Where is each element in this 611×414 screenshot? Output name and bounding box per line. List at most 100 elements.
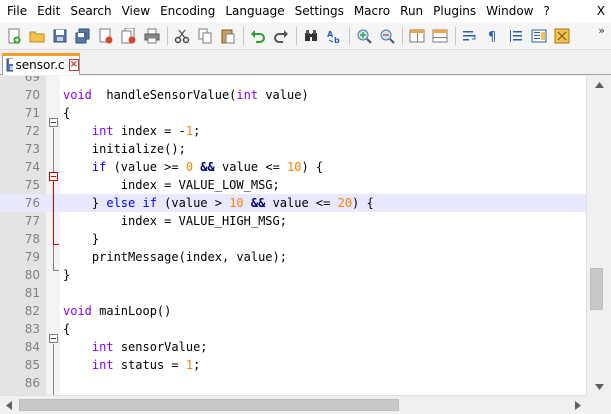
code-line[interactable]: 81: [0, 284, 586, 302]
code-line[interactable]: 79 printMessage(index, value);: [0, 248, 586, 266]
horizontal-scrollbar[interactable]: [0, 395, 586, 414]
scroll-right-icon[interactable]: [569, 396, 586, 414]
code-line[interactable]: 85 int status = 1;: [0, 356, 586, 374]
code-token: int: [236, 88, 259, 102]
fold-toggle-icon[interactable]: [49, 172, 58, 181]
copy-icon[interactable]: [195, 26, 215, 46]
code-text: } else if (value > 10 && value <= 20) {: [63, 194, 374, 212]
menu-language[interactable]: Language: [220, 1, 289, 21]
code-token: initialize();: [63, 142, 186, 156]
code-line[interactable]: 76 } else if (value > 10 && value <= 20)…: [0, 194, 586, 212]
close-icon[interactable]: [96, 26, 116, 46]
tab-sensor-c[interactable]: sensor.c ×: [2, 53, 80, 75]
save-all-icon[interactable]: [73, 26, 93, 46]
code-text: void mainLoop(): [63, 302, 171, 320]
redo-icon[interactable]: [271, 26, 291, 46]
code-token: sensorValue;: [113, 340, 208, 354]
menu-view[interactable]: View: [117, 1, 155, 21]
code-line[interactable]: 84 int sensorValue;: [0, 338, 586, 356]
zoom-in-icon[interactable]: [354, 26, 374, 46]
print-icon[interactable]: [142, 26, 162, 46]
save-icon[interactable]: [50, 26, 70, 46]
menu-file[interactable]: File: [2, 1, 32, 21]
line-number: 85: [24, 358, 40, 372]
code-token: &&: [193, 160, 215, 174]
sync-horizontal-icon[interactable]: [430, 26, 450, 46]
fold-toggle-icon[interactable]: [49, 334, 58, 343]
code-line[interactable]: 77 index = VALUE_HIGH_MSG;: [0, 212, 586, 230]
menu-run[interactable]: Run: [395, 1, 428, 21]
code-line[interactable]: 71 {: [0, 104, 586, 122]
menu-settings[interactable]: Settings: [290, 1, 349, 21]
code-line[interactable]: 72 int index = -1;: [0, 122, 586, 140]
horizontal-scroll-thumb[interactable]: [19, 399, 399, 411]
code-token: int: [91, 340, 114, 354]
fold-guide: [53, 182, 54, 244]
code-line[interactable]: 70 void handleSensorValue(int value): [0, 86, 586, 104]
code-line[interactable]: 83 {: [0, 320, 586, 338]
menu-bar: File Edit Search View Encoding Language Settin…: [0, 0, 611, 22]
line-number: 70: [24, 88, 40, 102]
code-token: ) {: [301, 160, 324, 174]
paste-icon[interactable]: [218, 26, 238, 46]
scroll-up-icon[interactable]: [587, 76, 611, 93]
function-list-icon[interactable]: [552, 26, 572, 46]
sync-vertical-icon[interactable]: [407, 26, 427, 46]
cut-icon[interactable]: [172, 26, 192, 46]
fold-toggle-icon[interactable]: [49, 118, 58, 127]
tab-active-indicator: [2, 53, 80, 56]
code-line[interactable]: 69: [0, 76, 586, 86]
menu-edit[interactable]: Edit: [32, 1, 65, 21]
code-line[interactable]: 86: [0, 374, 586, 392]
toolbar-overflow-button[interactable]: »: [598, 24, 605, 37]
line-number: 73: [24, 142, 40, 156]
menu-window[interactable]: Window: [481, 1, 538, 21]
menu-encoding[interactable]: Encoding: [155, 1, 220, 21]
open-file-icon[interactable]: [27, 26, 47, 46]
code-token: }: [63, 232, 100, 246]
code-line[interactable]: 75 index = VALUE_LOW_MSG;: [0, 176, 586, 194]
replace-icon[interactable]: Ab: [324, 26, 344, 46]
close-document-button[interactable]: X: [597, 0, 605, 22]
menu-macro[interactable]: Macro: [349, 1, 395, 21]
scroll-down-icon[interactable]: [587, 378, 611, 395]
code-text: int status = 1;: [63, 356, 200, 374]
line-number: 72: [24, 124, 40, 138]
code-token: value <=: [214, 160, 288, 174]
menu-plugins[interactable]: Plugins: [428, 1, 481, 21]
line-number: 74: [24, 160, 40, 174]
scrollbar-corner: [586, 395, 611, 414]
code-text: void handleSensorValue(int value): [63, 86, 309, 104]
word-wrap-icon[interactable]: [460, 26, 480, 46]
menu-help[interactable]: ?: [538, 1, 554, 21]
code-editor[interactable]: 86 85 int status = 1; 84 int sensorValue; 8…: [0, 76, 586, 395]
code-text: int sensorValue;: [63, 338, 208, 356]
document-map-icon[interactable]: [529, 26, 549, 46]
code-token: value): [258, 88, 309, 102]
code-line[interactable]: 73 initialize();: [0, 140, 586, 158]
scroll-left-icon[interactable]: [0, 396, 17, 414]
new-file-icon[interactable]: [4, 26, 24, 46]
line-number: 79: [24, 250, 40, 264]
saved-file-icon: [6, 58, 13, 71]
code-line[interactable]: 82 void mainLoop(): [0, 302, 586, 320]
undo-icon[interactable]: [248, 26, 268, 46]
vertical-scrollbar[interactable]: [586, 76, 611, 395]
code-text: index = VALUE_LOW_MSG;: [63, 176, 280, 194]
close-all-icon[interactable]: [119, 26, 139, 46]
line-number: 76: [24, 196, 40, 210]
find-icon[interactable]: [301, 26, 321, 46]
code-line[interactable]: 74 if (value >= 0 && value <= 10) {: [0, 158, 586, 176]
show-all-chars-icon[interactable]: ¶: [483, 26, 503, 46]
code-token: (value >=: [106, 160, 186, 174]
code-line[interactable]: 78 }: [0, 230, 586, 248]
line-number: 80: [24, 268, 40, 282]
code-line[interactable]: 80}: [0, 266, 586, 284]
vertical-scroll-thumb[interactable]: [590, 268, 603, 310]
zoom-out-icon[interactable]: [377, 26, 397, 46]
tab-close-icon[interactable]: ×: [68, 58, 79, 71]
indent-guide-icon[interactable]: [506, 26, 526, 46]
code-token: }: [63, 196, 107, 210]
menu-search[interactable]: Search: [65, 1, 116, 21]
